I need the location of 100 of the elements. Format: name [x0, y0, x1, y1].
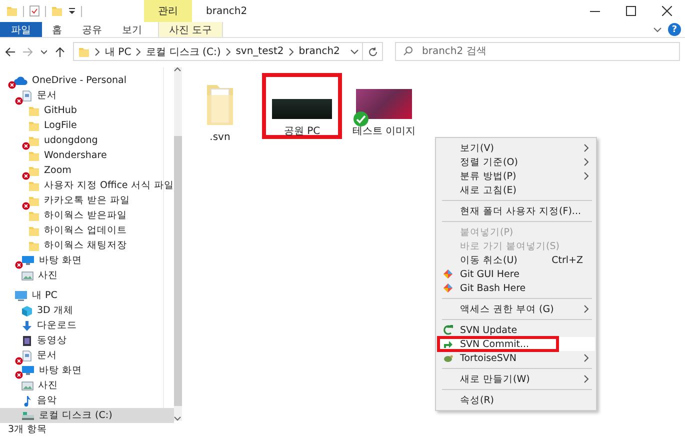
folder-icon [28, 164, 40, 176]
ribbon-tab[interactable]: 공유 [72, 22, 112, 37]
pictures-icon [21, 380, 34, 391]
breadcrumb-item[interactable]: svn_test2 [236, 46, 284, 57]
menu-item[interactable]: 보기(V) [437, 141, 595, 155]
ribbon-tab[interactable]: 보기 [112, 22, 152, 37]
folder-icon [28, 120, 40, 132]
status-item-count: 3개 항목 [8, 422, 48, 436]
turtle-icon [443, 353, 453, 363]
navigation-item[interactable]: 문서 [0, 88, 174, 103]
search-icon [403, 46, 413, 56]
scroll-down-icon[interactable] [174, 416, 182, 421]
cube-icon [21, 304, 33, 316]
drive-icon [21, 410, 35, 421]
menu-item[interactable]: 현재 폴더 사용자 지정(F)... [437, 204, 595, 218]
scrollbar-thumb[interactable] [174, 136, 182, 406]
scroll-up-icon[interactable] [174, 67, 182, 72]
breadcrumb-chevron-icon [226, 48, 231, 56]
breadcrumb-item[interactable]: 로컬 디스크 (C:) [146, 44, 221, 58]
folder-icon [28, 150, 40, 162]
menu-item[interactable]: Git GUI Here [437, 267, 595, 281]
file-item[interactable]: 공원 PC [262, 73, 342, 139]
navigation-item[interactable]: 사진 [0, 378, 174, 393]
breadcrumb-chevron-icon [288, 48, 294, 56]
diamond-icon [443, 269, 453, 279]
chevron-down-icon[interactable] [653, 26, 662, 32]
film-icon [21, 334, 33, 346]
navigation-item[interactable]: 하이웍스 채팅저장 [0, 238, 174, 253]
navigation-item[interactable]: GitHub [0, 103, 174, 118]
close-icon[interactable] [662, 6, 672, 16]
menu-item[interactable]: Git Bash Here [437, 281, 595, 295]
desktop-icon [21, 365, 35, 376]
file-name: 공원 PC [284, 125, 320, 138]
navigation-item[interactable]: 하이웍스 업데이트 [0, 223, 174, 238]
navigation-item[interactable]: 사진 [0, 268, 174, 283]
menu-item[interactable]: 새로 고침(E) [437, 183, 595, 197]
ribbon-tab[interactable]: 파일 [0, 22, 42, 37]
folder-icon [28, 134, 40, 146]
recent-caret-icon[interactable] [41, 48, 47, 54]
navigation-item[interactable]: Wondershare [0, 148, 174, 163]
checklist-icon[interactable] [29, 5, 40, 17]
navigation-item[interactable]: 다운로드 [0, 318, 174, 333]
folder-icon [28, 194, 40, 206]
navigation-item[interactable]: 하이웍스 받은파일 [0, 208, 174, 223]
navigation-item[interactable]: 카카오톡 받은 파일 [0, 193, 174, 208]
folder-icon [28, 104, 40, 116]
breadcrumb-chevron-icon [95, 48, 100, 56]
dropdown-icon[interactable] [68, 6, 76, 16]
navigation-item[interactable]: udongdong [0, 133, 174, 148]
folder-icon [28, 240, 40, 252]
ribbon-tab[interactable]: 사진 도구 [158, 22, 224, 37]
maximize-icon[interactable] [626, 6, 636, 16]
menu-item[interactable]: 이동 취소(U) Ctrl+Z [437, 253, 595, 267]
up-arrow-icon[interactable] [55, 46, 65, 56]
breadcrumb-item[interactable]: branch2 [298, 46, 340, 57]
music-note-icon [21, 394, 33, 406]
help-button[interactable]: ? [668, 23, 681, 36]
navigation-item[interactable]: 바탕 화면 [0, 363, 174, 378]
sync-error-icon [15, 356, 23, 364]
computer-icon [14, 290, 28, 302]
file-item[interactable]: 테스트 이미지 [344, 73, 424, 139]
photo-thumbnail [272, 99, 332, 119]
right-arrow-icon [443, 339, 453, 349]
refresh-icon[interactable] [368, 46, 378, 56]
menu-item[interactable]: 새로 만들기(W) [437, 372, 595, 386]
menu-item[interactable]: 액세스 권한 부여 (G) [437, 302, 595, 316]
address-bar[interactable]: 내 PC 로컬 디스크 (C:) svn_test2 branch2 [73, 42, 363, 61]
navigation-item[interactable]: 음악 [0, 393, 174, 408]
navigation-item[interactable]: LogFile [0, 118, 174, 133]
navigation-item[interactable]: 문서 [0, 348, 174, 363]
search-field[interactable]: branch2 검색 [395, 42, 680, 61]
navigation-item[interactable]: 동영상 [0, 333, 174, 348]
navigation-item[interactable]: 바탕 화면 [0, 253, 174, 268]
navigation-item[interactable]: 로컬 디스크 (C:) [0, 408, 174, 423]
breadcrumb-item[interactable]: 내 PC [105, 44, 132, 58]
menu-item[interactable]: 정렬 기준(O) [437, 155, 595, 169]
menu-item[interactable]: 속성(R) [437, 393, 595, 407]
ribbon-tab[interactable]: 홈 [42, 22, 72, 37]
document-icon [21, 90, 33, 102]
menu-item[interactable]: SVN Update [437, 323, 595, 337]
menu-item[interactable]: TortoiseSVN [437, 351, 595, 365]
window-title: branch2 [205, 4, 248, 18]
pictures-icon [21, 270, 34, 281]
down-arrow-icon [21, 320, 33, 332]
folder-icon [28, 180, 40, 192]
back-arrow-icon[interactable] [5, 46, 15, 56]
sync-error-icon [8, 80, 16, 88]
navigation-item[interactable]: Zoom [0, 163, 174, 178]
menu-item[interactable]: SVN Commit... [437, 337, 595, 351]
diamond-icon [443, 283, 453, 293]
sync-error-icon [22, 202, 30, 210]
menu-item[interactable]: 분류 방법(P) [437, 169, 595, 183]
navigation-item[interactable]: OneDrive - Personal [0, 73, 174, 88]
folder-icon [78, 46, 90, 58]
chevron-down-icon[interactable] [350, 48, 359, 54]
navigation-item[interactable]: 내 PC [0, 288, 174, 303]
navigation-item[interactable]: 3D 개체 [0, 303, 174, 318]
navigation-item[interactable]: 사용자 지정 Office 서식 파일 [0, 178, 174, 193]
folder-icon [28, 224, 40, 236]
sync-error-icon [22, 172, 30, 180]
